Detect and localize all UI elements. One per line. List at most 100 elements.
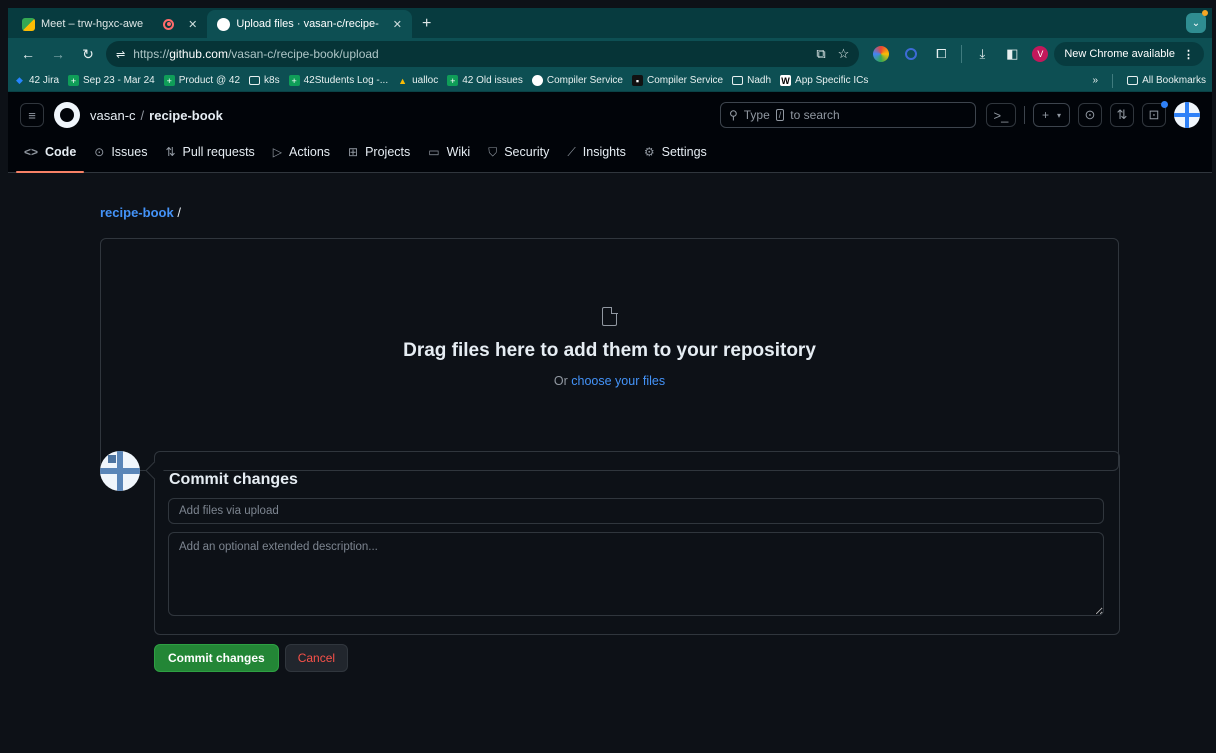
tab-code[interactable]: <> Code [16,138,85,173]
site-info-icon[interactable]: ⇌ [116,48,125,61]
bookmark-item[interactable]: k8s [249,75,280,86]
recording-icon [163,18,175,30]
tab-projects[interactable]: ⊞ Projects [340,138,418,166]
extensions-puzzle-icon[interactable]: ⧠ [931,44,951,64]
meet-icon [22,17,35,31]
search-shortcut-key: / [775,109,785,121]
tab-issues[interactable]: ⊙ Issues [86,138,155,166]
side-panel-icon[interactable]: ◧ [1002,44,1022,64]
bookmark-item[interactable]: + Sep 23 - Mar 24 [68,75,155,86]
search-input[interactable]: ⚲ Type / to search [719,102,976,128]
bookmark-item[interactable]: ▪ Compiler Service [631,75,724,86]
issue-icon: ⊙ [94,145,105,159]
choose-files-link[interactable]: choose your files [571,374,665,388]
divider [961,45,963,63]
tab-actions[interactable]: ▷ Actions [265,138,338,166]
bookmark-item[interactable]: +42 Old issues [447,75,523,86]
repo-link[interactable]: recipe-book [149,108,223,123]
pull-requests-icon[interactable]: ⇅ [1110,103,1134,127]
bookmark-item[interactable]: Compiler Service [531,75,623,86]
breadcrumb-separator: / [140,107,145,123]
file-drop-zone[interactable]: Drag files here to add them to your repo… [100,238,1119,471]
user-avatar[interactable] [1174,102,1200,128]
play-icon: ▷ [272,145,283,159]
command-palette-icon[interactable]: >_ [985,103,1016,127]
address-bar[interactable]: ⇌ https://github.com/vasan-c/recipe-book… [106,41,860,67]
inbox-icon[interactable]: ⊡ [1142,101,1168,127]
bookmark-star-icon[interactable]: ☆ [838,46,850,62]
downloads-icon[interactable]: ⤓ [972,44,992,64]
bookmarks-overflow: » All Bookmarks [1093,73,1206,88]
drop-zone-subtitle: Or choose your files [101,374,1118,388]
tab-wiki[interactable]: ▭ Wiki [420,138,478,166]
owner-link[interactable]: vasan-c [90,108,136,123]
tab-security[interactable]: ⛉ Security [480,138,557,166]
tab-upload-files[interactable]: Upload files · vasan-c/recipe- ✕ [207,10,412,38]
forward-button[interactable]: → [46,42,70,66]
hamburger-menu-icon[interactable]: ≡ [20,103,44,127]
tab-label: Projects [365,145,411,159]
avatar [100,451,140,491]
bookmark-label: Compiler Service [546,75,623,86]
tab-label: Actions [289,145,331,159]
sheets-icon: + [447,75,459,86]
path-separator: / [177,205,181,220]
profile-avatar[interactable]: V [1032,46,1049,62]
reload-button[interactable]: ↻ [76,42,100,66]
chevron-down-icon: ▾ [1056,110,1061,120]
create-new-button[interactable]: + ▾ [1032,103,1070,127]
bookmark-item[interactable]: +42Students Log -... [288,75,389,86]
notification-dot [1161,101,1168,108]
sheets-icon: + [288,75,300,86]
tab-pull-requests[interactable]: ⇅ Pull requests [157,138,262,166]
search-prefix: Type [743,108,770,122]
tab-settings[interactable]: ⚙ Settings [636,138,715,166]
repo-breadcrumb: vasan-c / recipe-book [90,108,223,123]
folder-icon [249,76,261,85]
tab-label: Code [45,145,77,159]
bookmark-item[interactable]: ◆ 42 Jira [14,75,59,86]
tab-search-button[interactable]: ⌄ [1186,10,1208,33]
tab-insights[interactable]: ⟋ Insights [559,138,634,166]
extension-circle-icon[interactable] [901,44,921,64]
bookmark-item[interactable]: + Product @ 42 [163,75,241,86]
doc-icon: ▪ [631,75,643,86]
bookmark-item[interactable]: Nadh [732,75,771,86]
bookmark-label: Compiler Service [646,75,724,86]
wiki-icon: W [780,75,792,86]
bookmark-label: 42Students Log -... [303,75,389,86]
commit-changes-button[interactable]: Commit changes [154,644,279,672]
github-top-bar: ≡ vasan-c / recipe-book ⚲ Type / to sear… [8,92,1212,138]
repo-nav: <> Code ⊙ Issues ⇅ Pull requests ▷ Actions ⊞… [8,138,1212,173]
file-path-breadcrumb: recipe-book / [100,205,1120,220]
commit-summary-input[interactable] [168,498,1104,524]
close-icon[interactable]: ✕ [188,18,197,31]
bookmark-label: Product @ 42 [178,75,241,86]
extension-colorful-icon[interactable] [871,44,891,64]
all-bookmarks-button[interactable]: All Bookmarks [1127,75,1206,86]
bookmark-item[interactable]: W App Specific ICs [780,75,868,86]
url-prefix: https:// [133,47,170,61]
tab-meet[interactable]: Meet – trw-hgxc-awe ✕ [12,10,207,38]
bookmark-item[interactable]: ▲ ualloc [397,75,438,86]
github-header: ≡ vasan-c / recipe-book ⚲ Type / to sear… [8,92,1212,173]
tab-label: Settings [661,145,707,159]
back-button[interactable]: ← [16,42,40,66]
more-bookmarks-button[interactable]: » [1093,75,1099,86]
path-repo-link[interactable]: recipe-book [100,205,174,220]
bookmark-label: k8s [264,75,280,86]
issues-icon[interactable]: ⊙ [1078,103,1102,127]
bookmark-label: Sep 23 - Mar 24 [83,75,155,86]
close-icon[interactable]: ✕ [393,18,402,31]
github-logo-icon[interactable] [54,102,80,128]
cast-icon[interactable]: ⧉ [816,46,825,62]
sheets-icon: + [163,75,175,86]
commit-description-textarea[interactable] [168,532,1104,616]
cancel-button[interactable]: Cancel [284,644,349,672]
new-tab-button[interactable]: + [412,10,441,38]
all-bookmarks-label: All Bookmarks [1142,75,1206,86]
browser-window: Meet – trw-hgxc-awe ✕ Upload files · vas… [8,8,1212,753]
tab-label: Wiki [446,145,471,159]
search-suffix: to search [790,108,840,122]
new-chrome-available-button[interactable]: New Chrome available ⋮ [1054,42,1204,66]
